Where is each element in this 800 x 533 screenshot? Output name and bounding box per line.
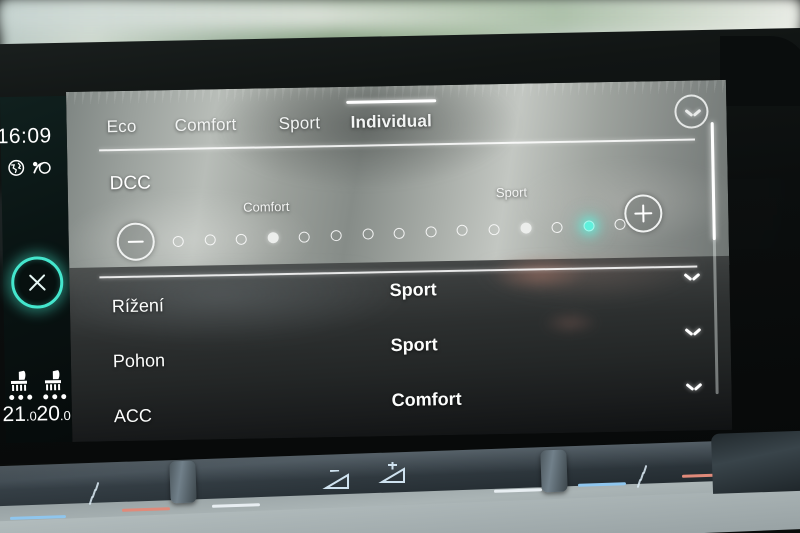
seat-heating-icon bbox=[44, 370, 62, 391]
minus-icon bbox=[118, 224, 153, 259]
right-temperature-knob[interactable] bbox=[540, 449, 568, 493]
dcc-slider-dot-1[interactable] bbox=[204, 234, 216, 246]
tab-eco[interactable]: Eco bbox=[106, 117, 136, 138]
row-value-pohon: Sport bbox=[390, 334, 438, 356]
passenger-seat-control[interactable]: 20.0 bbox=[36, 368, 72, 439]
dcc-slider-dot-4[interactable] bbox=[298, 231, 311, 243]
passenger-seat-level bbox=[43, 394, 69, 401]
dcc-slider-dot-3[interactable] bbox=[267, 232, 279, 244]
dcc-sport-tick-label: Sport bbox=[495, 184, 528, 201]
seat-climate-group: 21.0 20.0 bbox=[2, 368, 72, 440]
dcc-slider-dot-11[interactable] bbox=[520, 222, 532, 234]
dcc-slider-dot-7[interactable] bbox=[393, 227, 405, 239]
dcc-slider-dot-9[interactable] bbox=[456, 225, 469, 237]
row-label-pohon: Pohon bbox=[112, 350, 166, 372]
cluster-close-button[interactable] bbox=[10, 256, 64, 309]
dcc-slider-dot-2[interactable] bbox=[235, 233, 248, 245]
dcc-slider-dot-14[interactable] bbox=[614, 219, 627, 231]
bezel-corner bbox=[720, 36, 800, 106]
driver-seat-level bbox=[9, 394, 35, 402]
row-label-rizeni: Rížení bbox=[111, 295, 165, 317]
brightness-decrease-icon[interactable] bbox=[322, 470, 354, 492]
globe-icon bbox=[8, 159, 25, 176]
dcc-increase-button[interactable] bbox=[623, 194, 663, 233]
chevron-down-icon[interactable] bbox=[686, 382, 701, 391]
driver-cluster-display: 16:09 21.0 20.0 bbox=[0, 96, 73, 444]
tab-individual[interactable]: Individual bbox=[350, 111, 432, 132]
dcc-slider-dot-5[interactable] bbox=[330, 229, 342, 242]
plus-icon bbox=[626, 196, 661, 231]
tab-comfort[interactable]: Comfort bbox=[174, 115, 236, 136]
chevron-down-icon bbox=[685, 108, 700, 117]
collapse-panel-button[interactable] bbox=[674, 94, 709, 129]
dcc-slider-dot-8[interactable] bbox=[425, 226, 437, 238]
row-value-acc: Comfort bbox=[391, 388, 462, 411]
infotainment-photo: 16:09 21.0 20.0 Eco Comfort Sport Indivi… bbox=[0, 0, 800, 533]
dcc-slider-dot-10[interactable] bbox=[488, 223, 500, 236]
dcc-title: DCC bbox=[109, 172, 152, 195]
brightness-increase-icon[interactable] bbox=[378, 462, 410, 486]
tab-sport[interactable]: Sport bbox=[278, 113, 320, 134]
dcc-slider-dot-12[interactable] bbox=[551, 221, 563, 233]
chevron-down-icon[interactable] bbox=[685, 327, 700, 336]
passenger-temp-int: 20 bbox=[36, 402, 61, 426]
chevron-down-icon[interactable] bbox=[684, 272, 699, 281]
infotainment-screen: Eco Comfort Sport Individual DCC Comfort… bbox=[66, 79, 733, 442]
background-environment-blur bbox=[0, 0, 800, 30]
drive-mode-panel: Eco Comfort Sport Individual DCC Comfort… bbox=[66, 80, 732, 442]
driver-assist-icon bbox=[32, 161, 51, 174]
scrollbar-thumb[interactable] bbox=[710, 122, 716, 241]
row-value-rizeni: Sport bbox=[389, 279, 437, 301]
passenger-temp-dec: .0 bbox=[59, 407, 71, 424]
row-label-acc: ACC bbox=[113, 405, 153, 427]
dcc-comfort-tick-label: Comfort bbox=[243, 198, 290, 215]
dcc-slider-dot-0[interactable] bbox=[172, 235, 184, 248]
driver-temp-int: 21 bbox=[2, 402, 27, 427]
cluster-status-icons bbox=[3, 158, 65, 181]
driver-temp-dec: .0 bbox=[25, 408, 37, 424]
dcc-slider-dot-6[interactable] bbox=[362, 228, 374, 240]
driver-seat-temp-value: 21.0 bbox=[2, 403, 37, 428]
left-volume-knob[interactable] bbox=[169, 460, 197, 504]
cluster-clock: 16:09 bbox=[0, 124, 52, 149]
passenger-seat-temp-value: 20.0 bbox=[36, 402, 71, 427]
active-tab-indicator bbox=[346, 99, 437, 104]
dcc-slider-dot-13[interactable] bbox=[583, 220, 595, 232]
dcc-decrease-button[interactable] bbox=[116, 222, 156, 262]
right-side-trim bbox=[710, 430, 800, 494]
seat-heating-icon bbox=[10, 370, 28, 391]
drive-mode-tabs: Eco Comfort Sport Individual bbox=[106, 99, 527, 148]
driver-seat-control[interactable]: 21.0 bbox=[2, 369, 38, 440]
